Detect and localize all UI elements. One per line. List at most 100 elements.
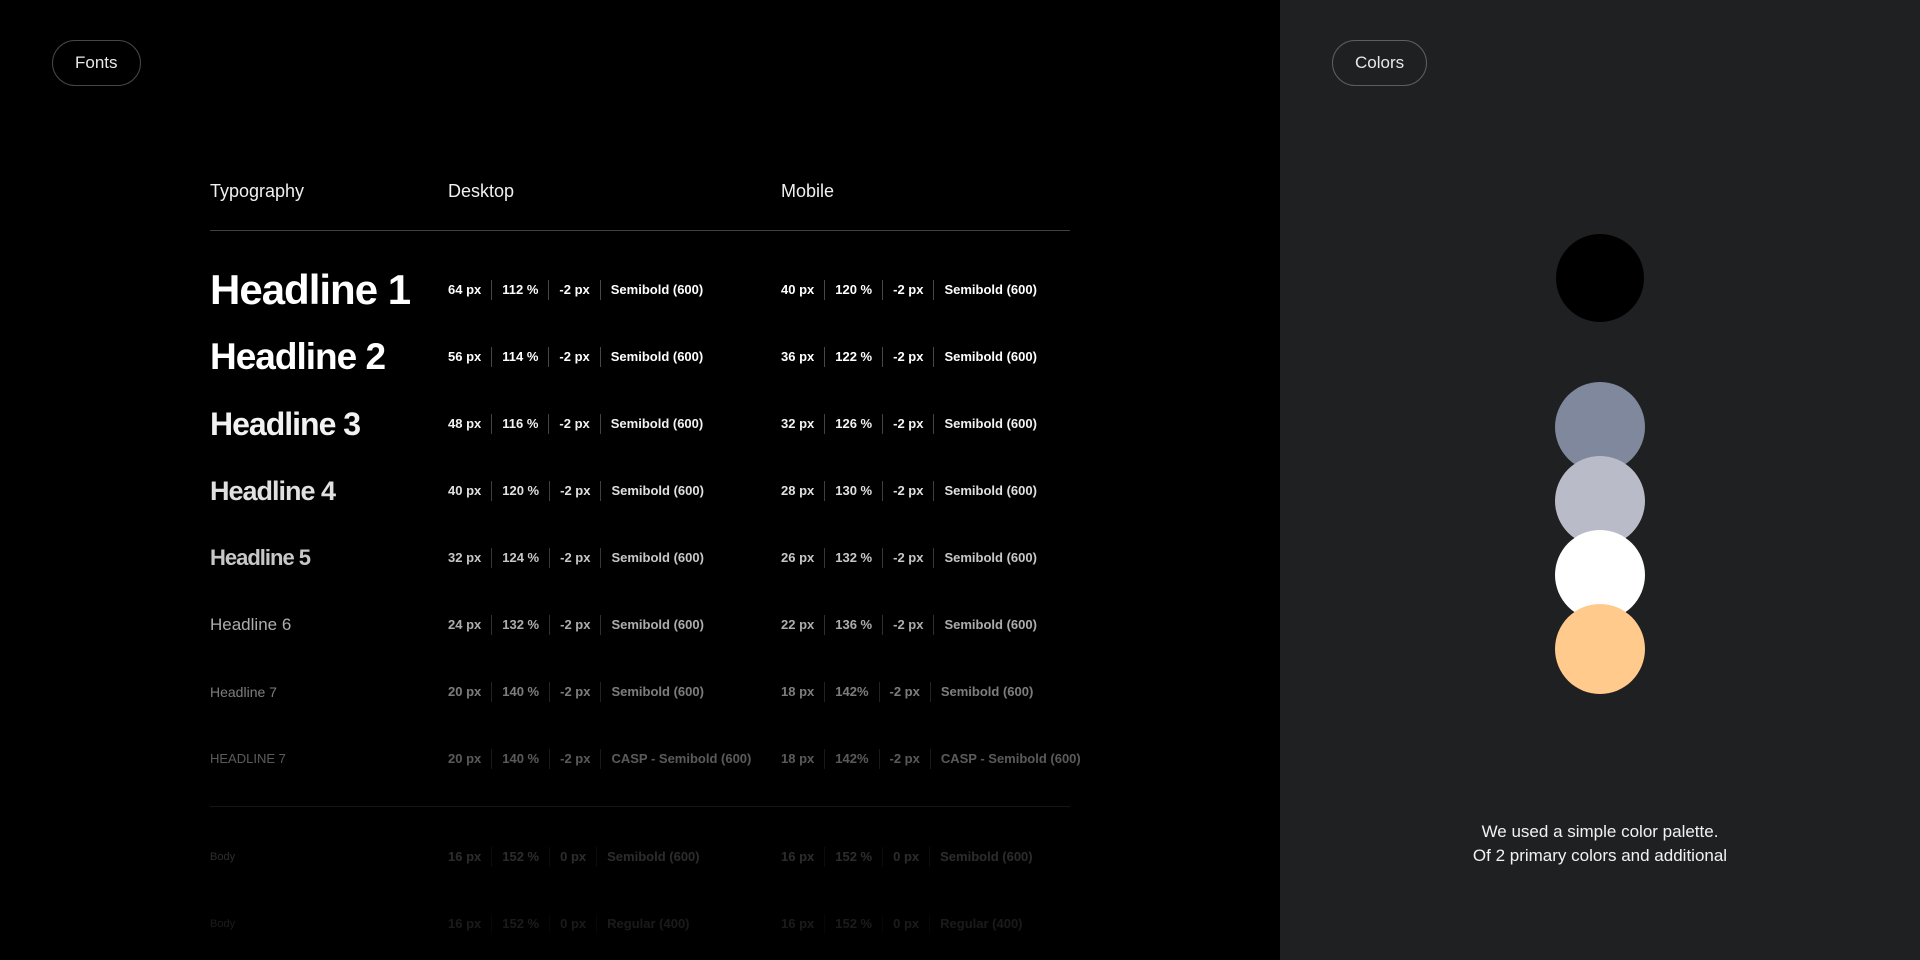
- mobile-specs: 18 px 142% -2 px Semibold (600): [781, 682, 1043, 702]
- desktop-spec-value: 48 px: [448, 416, 482, 431]
- desktop-spec-value: -2 px: [548, 414, 599, 434]
- desktop-specs: 20 px 140 % -2 px CASP - Semibold (600): [448, 749, 761, 769]
- mobile-specs: 22 px 136 % -2 px Semibold (600): [781, 615, 1047, 635]
- desktop-spec-value: 16 px: [448, 849, 482, 864]
- mobile-spec-value: 132 %: [824, 548, 882, 568]
- mobile-spec-value: 18 px: [781, 684, 815, 699]
- mobile-spec-value: -2 px: [882, 414, 933, 434]
- desktop-specs: 40 px 120 % -2 px Semibold (600): [448, 481, 714, 501]
- mobile-spec-value: Semibold (600): [933, 414, 1046, 434]
- desktop-spec-value: 0 px: [549, 847, 596, 867]
- desktop-spec-value: 140 %: [491, 749, 549, 769]
- mobile-spec-value: 142%: [824, 749, 878, 769]
- desktop-spec-value: Semibold (600): [599, 280, 713, 300]
- mobile-spec-value: 26 px: [781, 550, 815, 565]
- desktop-spec-value: 64 px: [448, 282, 482, 297]
- desktop-spec-value: 40 px: [448, 483, 482, 498]
- type-row-name: Headline 4: [210, 476, 336, 506]
- type-row: Headline 3 48 px 116 % -2 px Semibold (600) 3…: [0, 404, 1280, 444]
- mobile-specs: 40 px 120 % -2 px Semibold (600): [781, 280, 1047, 300]
- mobile-spec-value: 22 px: [781, 617, 815, 632]
- desktop-spec-value: 116 %: [491, 414, 548, 434]
- mobile-spec-value: Semibold (600): [933, 347, 1046, 367]
- fonts-button[interactable]: Fonts: [52, 40, 141, 86]
- desktop-specs: 16 px 152 % 0 px Semibold (600): [448, 847, 710, 867]
- desktop-spec-value: 20 px: [448, 684, 482, 699]
- mobile-spec-value: Semibold (600): [933, 548, 1046, 568]
- type-row: Headline 2 56 px 114 % -2 px Semibold (600) 3…: [0, 337, 1280, 377]
- mobile-spec-value: Semibold (600): [933, 615, 1046, 635]
- desktop-spec-value: 0 px: [549, 914, 596, 934]
- desktop-specs: 32 px 124 % -2 px Semibold (600): [448, 548, 714, 568]
- desktop-spec-value: 140 %: [491, 682, 549, 702]
- desktop-spec-value: Semibold (600): [599, 414, 713, 434]
- desktop-spec-value: 32 px: [448, 550, 482, 565]
- type-row-name: Headline 7: [210, 684, 277, 700]
- type-row: Headline 4 40 px 120 % -2 px Semibold (600) 2…: [0, 471, 1280, 511]
- mobile-spec-value: -2 px: [882, 481, 933, 501]
- type-row: Headline 5 32 px 124 % -2 px Semibold (600) 2…: [0, 538, 1280, 578]
- mobile-spec-value: Regular (400): [929, 914, 1032, 934]
- mobile-spec-value: 152 %: [824, 847, 882, 867]
- desktop-spec-value: 16 px: [448, 916, 482, 931]
- desktop-header: Desktop: [448, 181, 515, 201]
- palette-caption-line1: We used a simple color palette.: [1481, 822, 1719, 841]
- typography-header: Typography: [210, 181, 305, 201]
- desktop-specs: 20 px 140 % -2 px Semibold (600): [448, 682, 714, 702]
- mobile-spec-value: 120 %: [824, 280, 882, 300]
- type-row-name: Headline 6: [210, 615, 292, 634]
- desktop-spec-value: 20 px: [448, 751, 482, 766]
- type-row: Body 16 px 152 % 0 px Semibold (600) 16 px 152…: [0, 837, 1280, 877]
- desktop-spec-value: 56 px: [448, 349, 482, 364]
- desktop-spec-value: -2 px: [549, 548, 600, 568]
- palette-caption-line2: Of 2 primary colors and additional: [1472, 846, 1728, 865]
- desktop-spec-value: -2 px: [549, 749, 600, 769]
- section-divider: [210, 806, 1070, 807]
- desktop-spec-value: Semibold (600): [600, 682, 713, 702]
- desktop-specs: 16 px 152 % 0 px Regular (400): [448, 914, 700, 934]
- type-row-name: Headline 2: [210, 336, 386, 377]
- mobile-header: Mobile: [781, 181, 835, 201]
- type-row: Headline 1 64 px 112 % -2 px Semibold (600) 4…: [0, 266, 1280, 313]
- mobile-spec-value: Semibold (600): [933, 280, 1046, 300]
- mobile-spec-value: 136 %: [824, 615, 882, 635]
- type-row-name: Headline 5: [210, 545, 311, 570]
- type-row-name: Headline 3: [210, 406, 361, 442]
- type-row-name: HEADLINE 7: [210, 751, 286, 766]
- mobile-spec-value: -2 px: [878, 749, 930, 769]
- mobile-spec-value: -2 px: [882, 347, 933, 367]
- type-row: Body 16 px 152 % 0 px Regular (400) 16 px 152 …: [0, 904, 1280, 944]
- mobile-spec-value: 0 px: [882, 847, 929, 867]
- mobile-spec-value: CASP - Semibold (600): [929, 749, 1091, 769]
- mobile-spec-value: -2 px: [882, 615, 933, 635]
- mobile-specs: 16 px 152 % 0 px Semibold (600): [781, 847, 1043, 867]
- desktop-spec-value: -2 px: [549, 682, 600, 702]
- desktop-spec-value: -2 px: [548, 347, 599, 367]
- mobile-spec-value: Semibold (600): [929, 682, 1043, 702]
- desktop-spec-value: 132 %: [491, 615, 549, 635]
- mobile-specs: 16 px 152 % 0 px Regular (400): [781, 914, 1033, 934]
- mobile-specs: 32 px 126 % -2 px Semibold (600): [781, 414, 1047, 434]
- desktop-spec-value: Semibold (600): [600, 615, 713, 635]
- mobile-spec-value: 40 px: [781, 282, 815, 297]
- mobile-specs: 36 px 122 % -2 px Semibold (600): [781, 347, 1047, 367]
- type-row-name: Headline 1: [210, 266, 411, 313]
- mobile-specs: 28 px 130 % -2 px Semibold (600): [781, 481, 1047, 501]
- mobile-spec-value: Semibold (600): [929, 847, 1042, 867]
- mobile-spec-value: 16 px: [781, 849, 815, 864]
- mobile-spec-value: 122 %: [824, 347, 882, 367]
- mobile-spec-value: -2 px: [878, 682, 930, 702]
- colors-button[interactable]: Colors: [1332, 40, 1428, 86]
- type-row: Headline 6 24 px 132 % -2 px Semibold (600) 2…: [0, 605, 1280, 645]
- mobile-spec-value: 130 %: [824, 481, 882, 501]
- desktop-spec-value: 152 %: [491, 847, 549, 867]
- desktop-spec-value: -2 px: [549, 481, 600, 501]
- desktop-specs: 24 px 132 % -2 px Semibold (600): [448, 615, 714, 635]
- mobile-spec-value: 28 px: [781, 483, 815, 498]
- mobile-spec-value: 0 px: [882, 914, 929, 934]
- mobile-spec-value: 36 px: [781, 349, 815, 364]
- desktop-spec-value: CASP - Semibold (600): [600, 749, 761, 769]
- mobile-spec-value: Semibold (600): [933, 481, 1046, 501]
- type-row-name: Body: [210, 851, 236, 863]
- desktop-spec-value: Semibold (600): [600, 548, 713, 568]
